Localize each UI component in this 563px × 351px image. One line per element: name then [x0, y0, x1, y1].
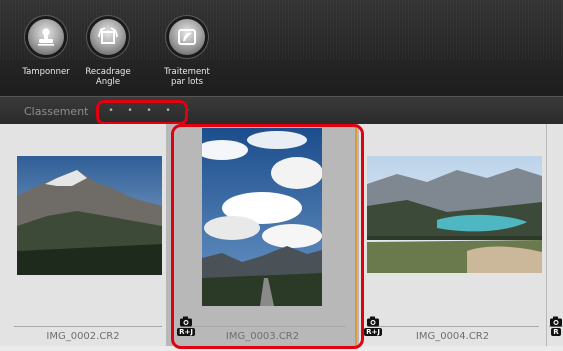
- rating-highlight-annotation: [96, 100, 188, 125]
- batch-process-icon: [169, 19, 205, 55]
- thumbnail-filename: IMG_0004.CR2: [415, 331, 490, 342]
- thumbnail-image: [17, 156, 162, 275]
- rating-label: Classement: [24, 105, 89, 118]
- raw-label: R: [551, 328, 561, 336]
- thumbnail-cell[interactable]: IMG_0002.CR2: [0, 124, 167, 346]
- crop-rotate-icon: [90, 19, 126, 55]
- raw-jpeg-badge: R+J: [364, 316, 382, 336]
- selected-thumbnail-highlight-annotation: [171, 124, 364, 349]
- filename-divider: [369, 326, 539, 327]
- toolbar: Tamponner Recadrage Angle Traitement par…: [0, 0, 563, 96]
- camera-icon: [367, 316, 379, 327]
- stamp-icon: [28, 19, 64, 55]
- stamp-button-label: Tamponner: [22, 67, 70, 77]
- thumbnail-image: [367, 156, 542, 273]
- thumbnail-cell-partial[interactable]: [547, 124, 563, 346]
- raw-jpeg-label: R+J: [364, 328, 382, 336]
- batch-process-button-label: Traitement par lots: [164, 67, 210, 87]
- raw-badge-partial: R: [549, 316, 563, 336]
- thumbnail-filename: IMG_0002.CR2: [46, 331, 120, 342]
- crop-angle-button-label: Recadrage Angle: [85, 67, 131, 87]
- thumbnail-cell[interactable]: IMG_0004.CR2: [359, 124, 547, 346]
- filename-divider: [14, 326, 162, 327]
- batch-process-button[interactable]: Traitement par lots: [151, 0, 223, 96]
- camera-icon: [550, 316, 562, 327]
- crop-angle-button[interactable]: Recadrage Angle: [72, 0, 144, 96]
- rating-bar: Classement • • • • •: [0, 96, 563, 125]
